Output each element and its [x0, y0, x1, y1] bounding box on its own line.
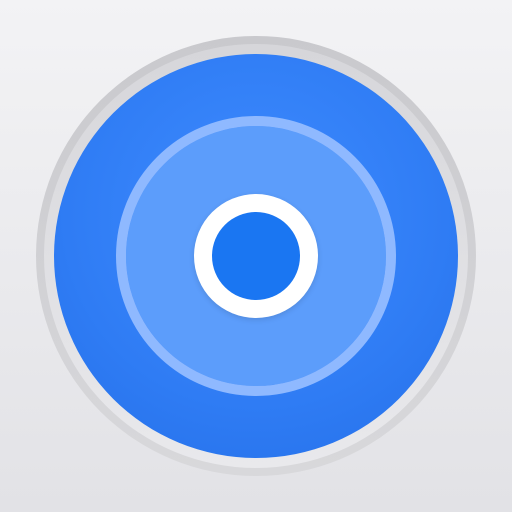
center-dot: [212, 212, 300, 300]
app-icon: [0, 0, 512, 512]
